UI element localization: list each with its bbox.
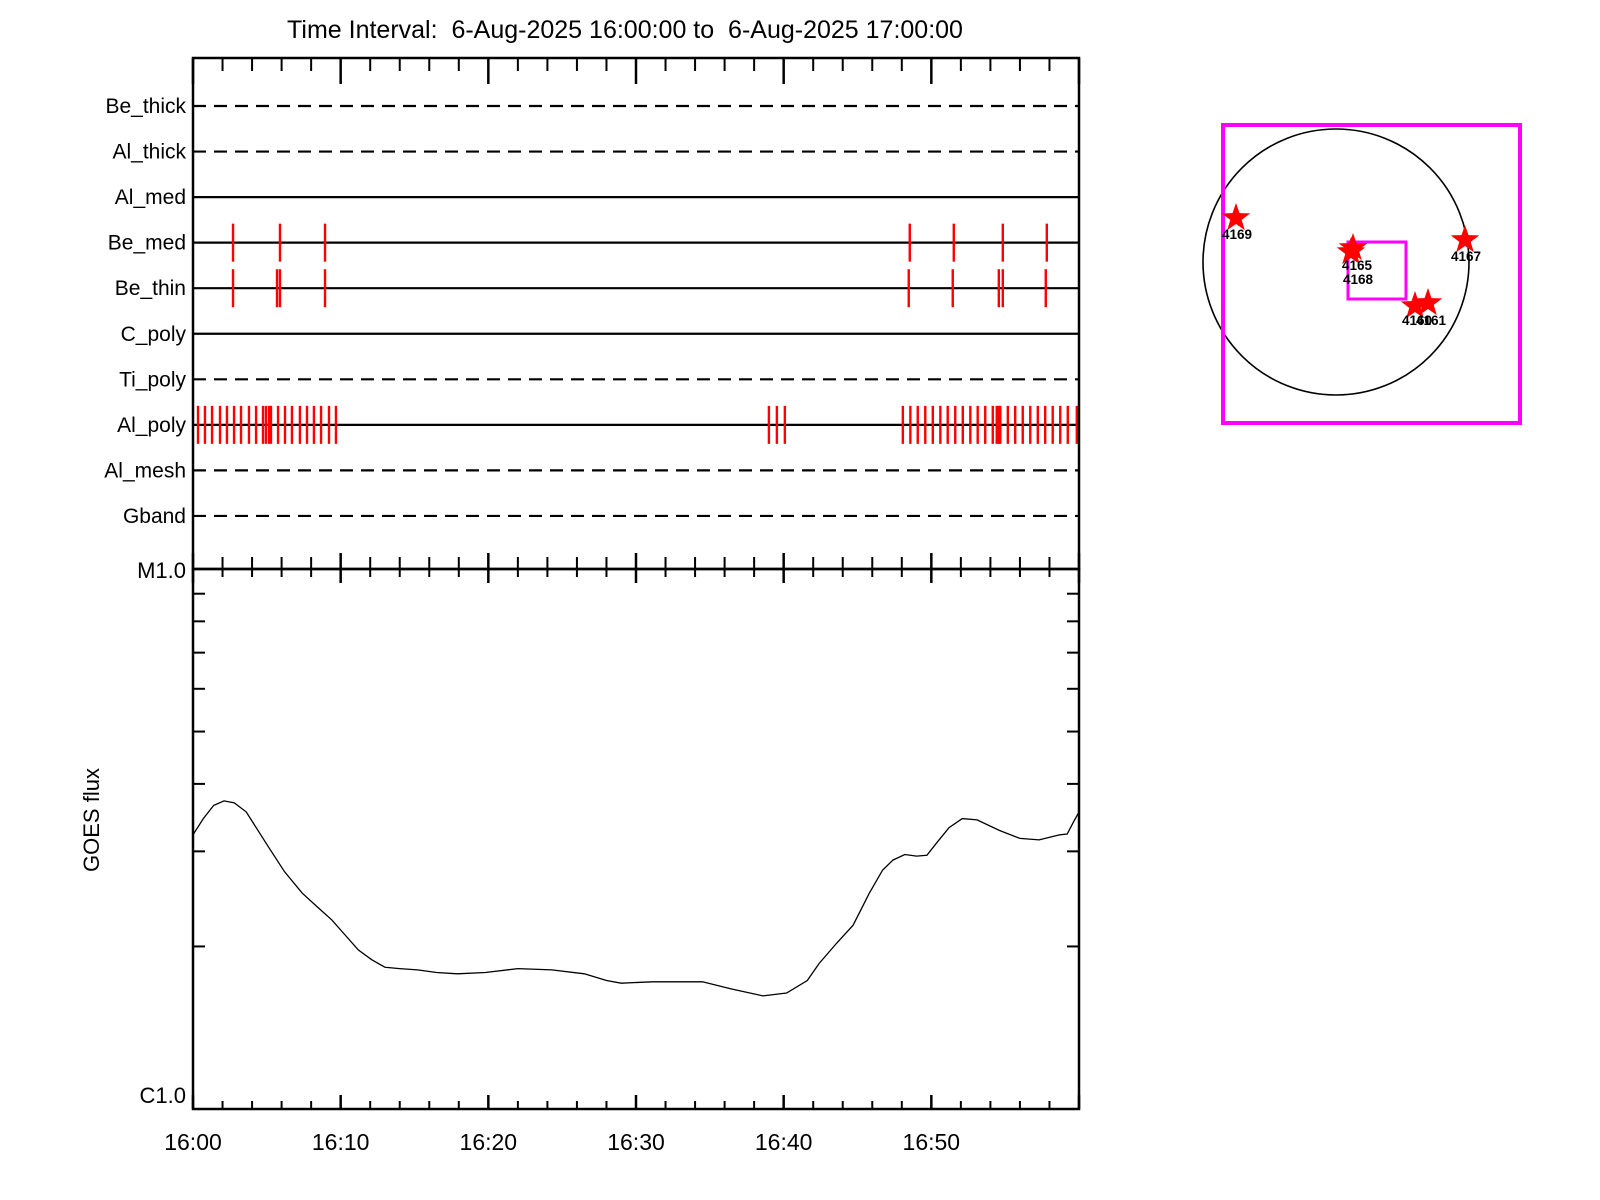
filter-row-label: Ti_poly	[119, 368, 186, 391]
filter-row-label: Al_thick	[112, 141, 186, 164]
x-tick-label: 16:10	[312, 1129, 370, 1155]
x-tick-label: 16:30	[607, 1129, 665, 1155]
filter-row-label: Gband	[123, 505, 186, 528]
x-tick-label: 16:20	[460, 1129, 518, 1155]
y-axis-bottom-label: C1.0	[140, 1083, 186, 1108]
filter-row-label: Al_med	[115, 186, 186, 209]
active-region-label: 4169	[1222, 227, 1252, 242]
active-region-label: 4165	[1342, 258, 1373, 273]
filter-row-label: C_poly	[121, 323, 187, 346]
xrt-chosen-plot-canvas: Time Interval: 6-Aug-2025 16:00:00 to 6-…	[0, 0, 1600, 1200]
filter-row-label: Be_thick	[105, 95, 186, 118]
x-tick-label: 16:40	[755, 1129, 813, 1155]
filter-timeline-and-goes-plot: Be_thick Al_thick Al_med Be_med Be_thin C_pol…	[104, 56, 1522, 1155]
active-region-label: 4168	[1343, 272, 1374, 287]
x-tick-label: 16:50	[903, 1129, 961, 1155]
filter-row-label: Al_poly	[117, 414, 186, 437]
filter-row-label: Be_thin	[115, 277, 186, 300]
filter-row-label: Al_mesh	[104, 459, 186, 482]
goes-panel-frame	[191, 567, 1081, 1111]
filter-row-label: Be_med	[108, 232, 186, 255]
active-region-label: 4161	[1416, 313, 1447, 328]
x-tick-label: 16:00	[164, 1129, 222, 1155]
solar-limb-circle	[1202, 128, 1470, 396]
timeline-panel-frame	[191, 56, 1081, 571]
y-axis-top-label: M1.0	[137, 558, 186, 583]
goes-flux-curve	[192, 800, 1080, 997]
active-region-label: 4167	[1451, 249, 1481, 264]
